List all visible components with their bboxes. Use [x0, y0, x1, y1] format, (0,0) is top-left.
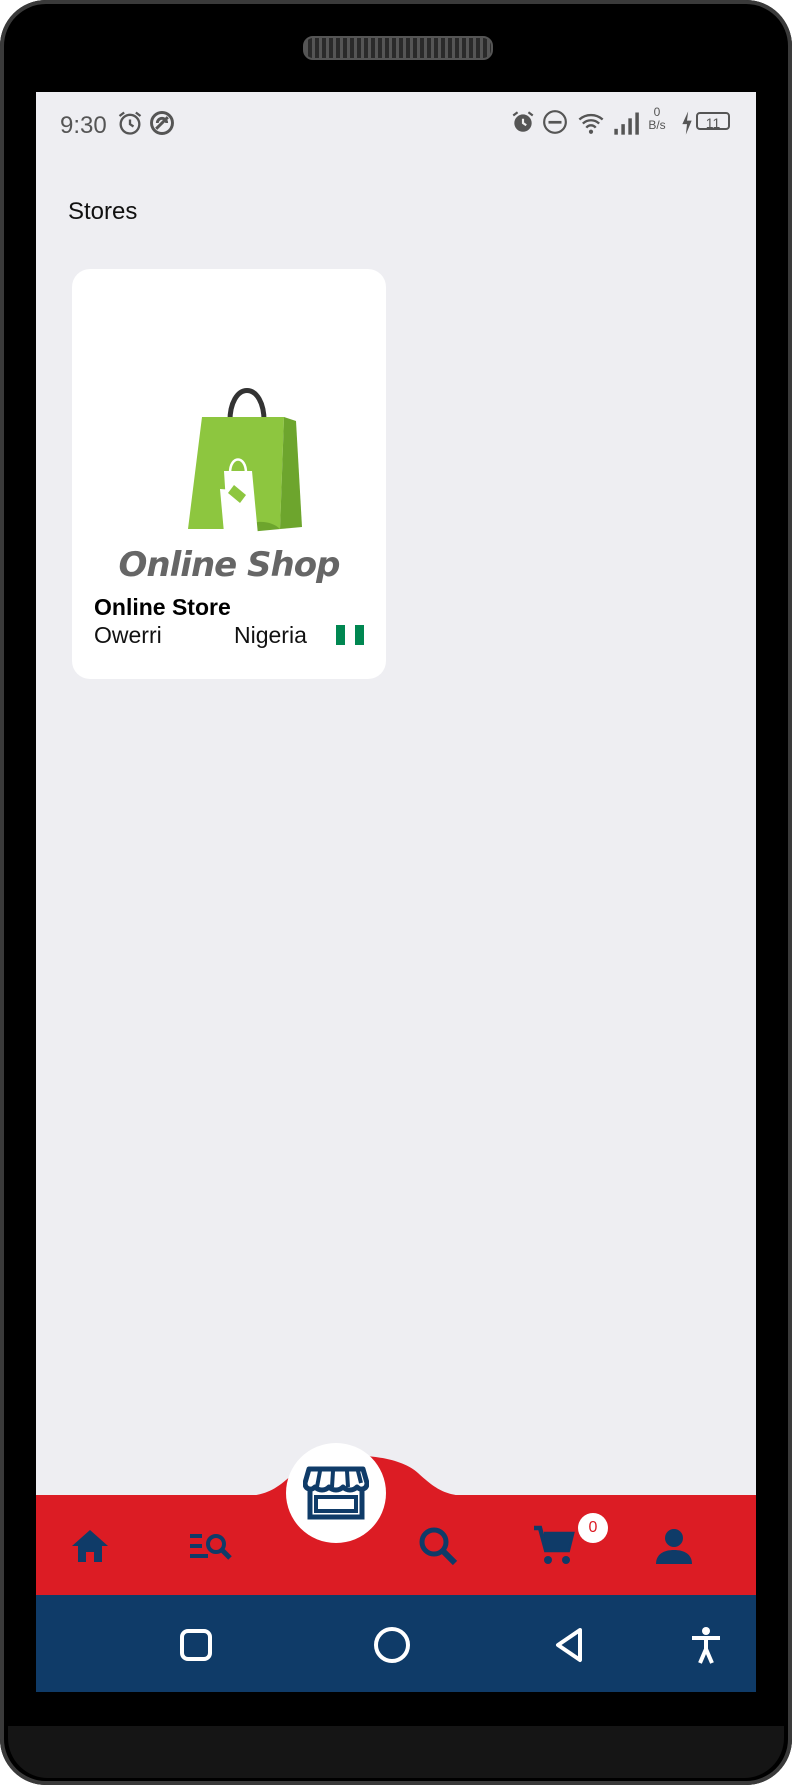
- status-time: 9:30: [60, 112, 107, 139]
- profile-icon[interactable]: [650, 1522, 698, 1570]
- alarm-icon: [116, 109, 144, 144]
- alarm-icon: [510, 109, 536, 142]
- home-circle-icon[interactable]: [372, 1625, 412, 1665]
- net-speed: 0 B/s: [644, 106, 670, 132]
- speaker-grille: [303, 36, 493, 60]
- search-list-icon[interactable]: [186, 1522, 234, 1570]
- store-icon: [303, 1466, 369, 1520]
- store-card[interactable]: Online Shop Online Store Owerri Nigeria: [72, 269, 386, 679]
- net-speed-value: 0: [653, 105, 661, 119]
- battery-level: 11: [705, 115, 721, 131]
- store-name: Online Store: [94, 594, 231, 620]
- accessibility-icon[interactable]: [686, 1625, 726, 1665]
- store-country: Nigeria: [234, 622, 307, 648]
- nigeria-flag-icon: [336, 625, 364, 645]
- page-title: Stores: [68, 198, 138, 225]
- phone-frame: 9:30 0 B/s 11 Stores Online Shop Online …: [0, 0, 792, 1785]
- charging-icon: [678, 109, 696, 144]
- system-nav-bar: [36, 1595, 756, 1692]
- signal-icon: [612, 109, 640, 144]
- cart-icon[interactable]: [530, 1522, 578, 1570]
- home-icon[interactable]: [66, 1522, 114, 1570]
- wifi-icon: [576, 109, 606, 144]
- bottom-nav: [36, 1495, 756, 1595]
- phone-chin: [8, 1726, 784, 1778]
- search-icon[interactable]: [414, 1522, 462, 1570]
- net-speed-unit: B/s: [648, 118, 666, 132]
- status-bar: 9:30 0 B/s 11: [36, 92, 756, 158]
- store-logo-text: Online Shop: [118, 545, 341, 585]
- back-icon[interactable]: [550, 1625, 590, 1665]
- recents-icon[interactable]: [176, 1625, 216, 1665]
- screen: 9:30 0 B/s 11 Stores Online Shop Online …: [36, 92, 756, 1692]
- sync-icon: [148, 109, 176, 144]
- store-button[interactable]: [286, 1443, 386, 1543]
- do-not-disturb-icon: [542, 109, 568, 142]
- cart-count-badge: 0: [578, 1513, 608, 1543]
- battery-icon: 11: [696, 112, 730, 131]
- store-logo: [120, 359, 338, 544]
- store-city: Owerri: [94, 622, 162, 648]
